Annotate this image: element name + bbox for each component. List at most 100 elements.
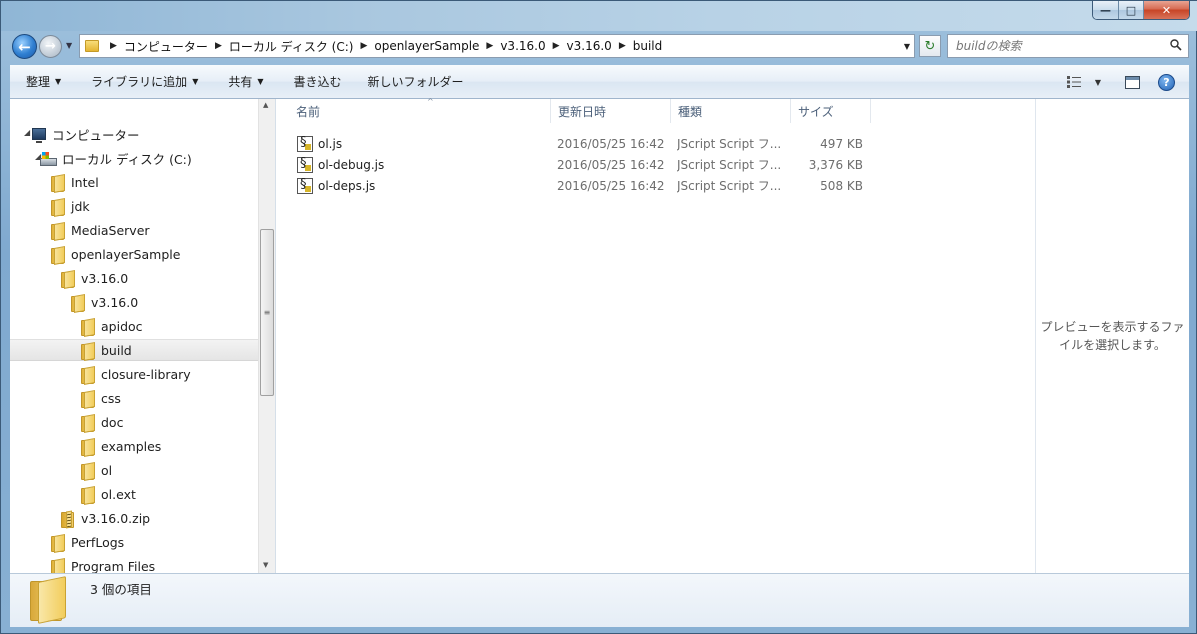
address-bar[interactable]: ▶ コンピューター ▶ ローカル ディスク (C:) ▶ openlayerSa…: [79, 34, 915, 58]
tree-item-examples[interactable]: examples: [81, 435, 161, 457]
chevron-right-icon[interactable]: ▶: [619, 41, 626, 51]
tree-item-v3160[interactable]: v3.16.0: [61, 267, 128, 289]
tree-item-zip[interactable]: v3.16.0.zip: [61, 507, 150, 529]
scroll-up-icon[interactable]: ▲: [263, 101, 268, 109]
scroll-down-icon[interactable]: ▼: [263, 561, 268, 569]
folder-icon: [81, 415, 94, 432]
folder-icon: [81, 487, 94, 504]
expand-icon[interactable]: ◢: [24, 128, 30, 137]
breadcrumb-local-disk[interactable]: ローカル ディスク (C:): [229, 38, 354, 55]
chevron-down-icon: ▼: [192, 77, 199, 86]
breadcrumb: ▶ コンピューター ▶ ローカル ディスク (C:) ▶ openlayerSa…: [103, 38, 662, 55]
minimize-button[interactable]: —: [1093, 1, 1119, 19]
search-icon[interactable]: [1170, 39, 1182, 51]
caption-buttons: — □ ✕: [1092, 1, 1190, 20]
chevron-right-icon[interactable]: ▶: [360, 41, 367, 51]
help-icon[interactable]: ?: [1158, 73, 1175, 91]
add-to-library-menu[interactable]: ライブラリに追加 ▼: [73, 65, 210, 99]
tree-item-build[interactable]: build: [10, 339, 258, 361]
file-row[interactable]: ol.js 2016/05/25 16:42 JScript Script フ.…: [297, 133, 877, 154]
tree-item-mediaserver[interactable]: MediaServer: [51, 219, 150, 241]
tree-item-doc[interactable]: doc: [81, 411, 123, 433]
file-type: JScript Script フ...: [677, 179, 782, 193]
tree-item-label: v3.16.0: [91, 294, 139, 310]
share-menu[interactable]: 共有 ▼: [210, 65, 275, 99]
chevron-right-icon[interactable]: ▶: [553, 41, 560, 51]
tree-item-label: コンピューター: [52, 127, 140, 143]
address-dropdown-icon[interactable]: ▼: [904, 42, 910, 51]
navigation-scrollbar[interactable]: ▲ ≡ ▼: [258, 99, 275, 573]
back-button[interactable]: ←: [12, 34, 37, 59]
breadcrumb-build[interactable]: build: [633, 39, 663, 53]
tree-item-jdk[interactable]: jdk: [51, 195, 90, 217]
maximize-button[interactable]: □: [1119, 1, 1144, 19]
tree-item-openlayersample[interactable]: openlayerSample: [51, 243, 180, 265]
chevron-right-icon[interactable]: ▶: [486, 41, 493, 51]
tree-item-program-files[interactable]: Program Files: [51, 555, 155, 573]
organize-menu[interactable]: 整理 ▼: [10, 65, 73, 99]
file-name: ol.js: [318, 136, 343, 151]
search-box[interactable]: [947, 34, 1189, 58]
chevron-down-icon: ▼: [257, 77, 264, 86]
column-header-label: 更新日時: [558, 104, 607, 119]
column-header-modified[interactable]: 更新日時: [551, 99, 671, 123]
new-folder-button[interactable]: 新しいフォルダー: [354, 65, 476, 99]
folder-icon: [51, 535, 64, 552]
tree-item-label: ol: [101, 462, 113, 478]
title-bar: [1, 1, 1197, 31]
tree-item-computer[interactable]: コンピューター: [32, 123, 140, 145]
tree-item-label: ローカル ディスク (C:): [62, 151, 192, 167]
burn-button[interactable]: 書き込む: [276, 65, 354, 99]
forward-arrow-icon: →: [45, 39, 56, 54]
tree-item-label: jdk: [71, 198, 90, 214]
folder-icon: [81, 319, 94, 336]
tree-item-ol[interactable]: ol: [81, 459, 112, 481]
recent-pages-dropdown-icon[interactable]: ▼: [66, 41, 72, 50]
refresh-button[interactable]: ↻: [919, 35, 941, 57]
column-header-name[interactable]: 名前 ^: [289, 97, 551, 123]
search-input[interactable]: [956, 39, 1166, 53]
breadcrumb-openlayersample[interactable]: openlayerSample: [374, 39, 479, 53]
file-row[interactable]: ol-debug.js 2016/05/25 16:42 JScript Scr…: [297, 154, 877, 175]
chevron-right-icon[interactable]: ▶: [215, 41, 222, 51]
local-disk-icon: [40, 151, 57, 166]
preview-pane-toggle-icon[interactable]: [1125, 75, 1140, 89]
column-header-type[interactable]: 種類: [671, 99, 791, 123]
file-name-cell: ol-debug.js: [297, 156, 551, 173]
file-type: JScript Script フ...: [677, 137, 782, 151]
breadcrumb-computer[interactable]: コンピューター: [124, 38, 208, 55]
tree-item-ol-ext[interactable]: ol.ext: [81, 483, 136, 505]
tree-item-label: ol.ext: [101, 486, 136, 502]
breadcrumb-v3160[interactable]: v3.16.0: [500, 39, 545, 53]
folder-icon: [30, 579, 68, 621]
folder-icon: [81, 439, 94, 456]
item-count: 3 個の項目: [90, 582, 152, 597]
folder-icon: [51, 175, 64, 192]
tree-item-label: apidoc: [101, 318, 143, 334]
file-row[interactable]: ol-deps.js 2016/05/25 16:42 JScript Scri…: [297, 175, 877, 196]
tree-item-label: closure-library: [101, 366, 191, 382]
jscript-file-icon: [297, 135, 313, 152]
folder-icon: [81, 367, 94, 384]
column-header-label: 名前: [296, 104, 321, 119]
scroll-thumb[interactable]: ≡: [260, 229, 274, 396]
tree-item-css[interactable]: css: [81, 387, 121, 409]
tree-item-closure-library[interactable]: closure-library: [81, 363, 191, 385]
tree-item-intel[interactable]: Intel: [51, 171, 99, 193]
close-button[interactable]: ✕: [1144, 1, 1189, 19]
tree-item-apidoc[interactable]: apidoc: [81, 315, 143, 337]
share-label: 共有: [228, 75, 253, 89]
change-view-icon[interactable]: [1066, 76, 1081, 88]
forward-button[interactable]: →: [39, 35, 62, 58]
tree-item-v3160-inner[interactable]: v3.16.0: [71, 291, 138, 313]
back-arrow-icon: ←: [18, 37, 31, 56]
view-dropdown-icon[interactable]: ▼: [1095, 78, 1101, 87]
tree-item-perflogs[interactable]: PerfLogs: [51, 531, 124, 553]
chevron-right-icon[interactable]: ▶: [110, 41, 117, 51]
details-pane: 3 個の項目: [10, 573, 1189, 627]
burn-label: 書き込む: [293, 75, 342, 89]
breadcrumb-v3160-inner[interactable]: v3.16.0: [567, 39, 612, 53]
column-header-size[interactable]: サイズ: [791, 99, 871, 123]
tree-item-local-disk[interactable]: ローカル ディスク (C:): [40, 147, 192, 169]
folder-icon: [81, 343, 94, 360]
